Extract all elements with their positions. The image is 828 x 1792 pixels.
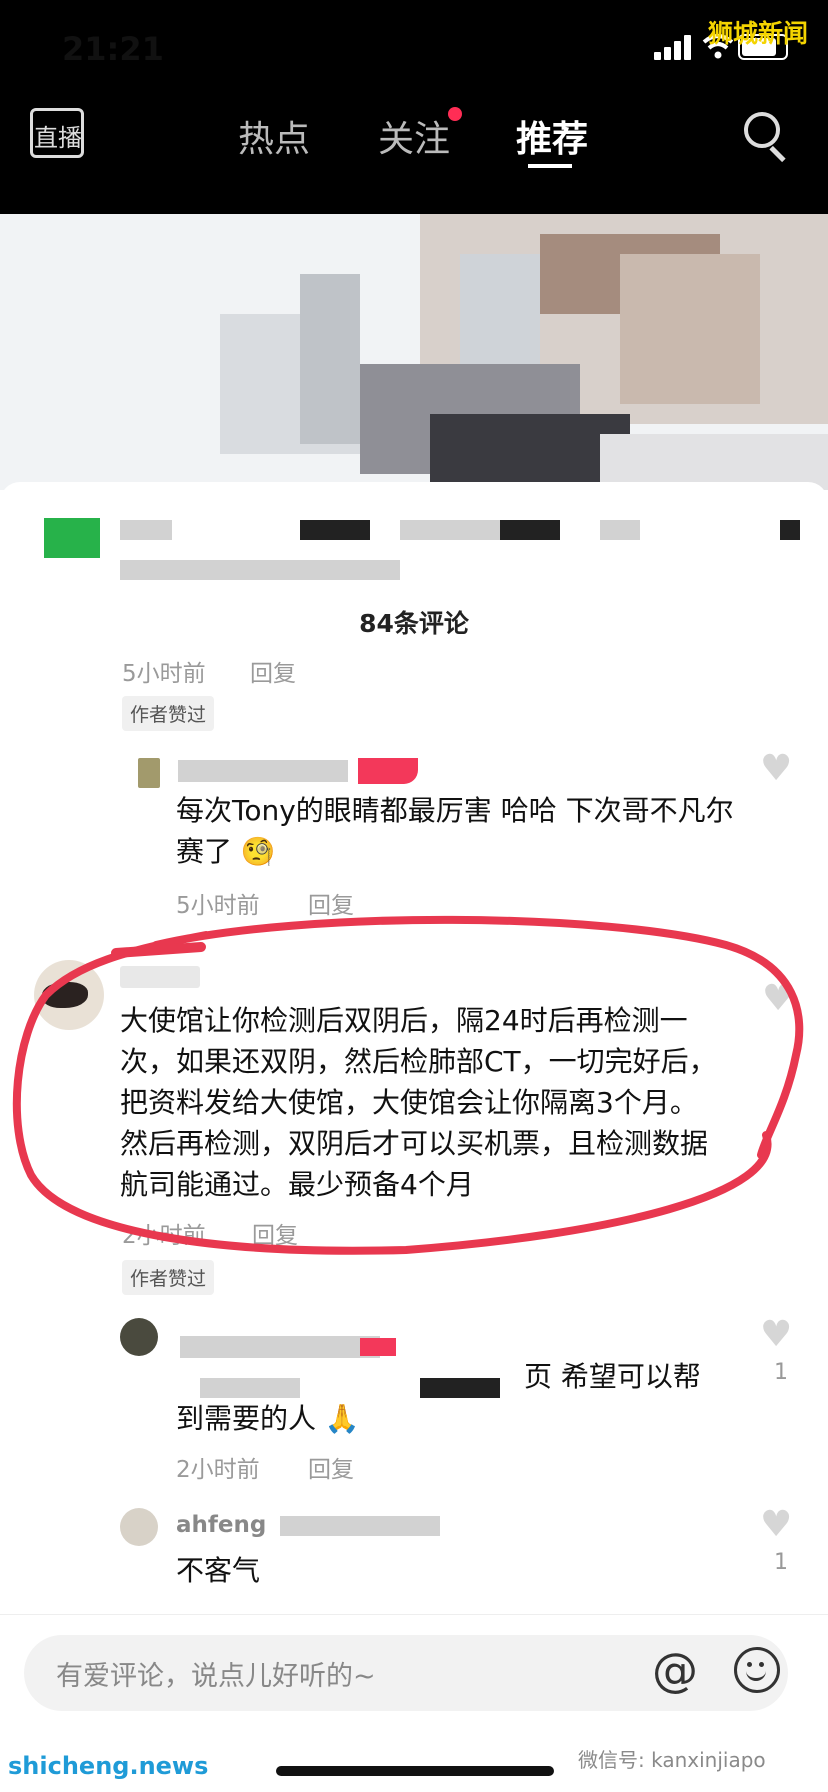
comment-time: 5小时前: [122, 661, 206, 687]
author-liked-badge: 作者赞过: [122, 1260, 215, 1295]
author-liked-badge: 作者赞过: [122, 696, 215, 731]
avatar[interactable]: [120, 1508, 158, 1546]
emoji-icon[interactable]: [734, 1647, 780, 1693]
status-time: 21:21: [62, 30, 164, 68]
obscured-text: [280, 1516, 440, 1536]
avatar[interactable]: [138, 758, 160, 788]
watermark-bottom-left: shicheng.news: [8, 1752, 209, 1780]
watermark-bottom-right: 微信号: kanxinjiapo: [578, 1748, 766, 1772]
comment-text: 每次Tony的眼睛都最厉害 哈哈 下次哥不凡尔赛了 🧐: [176, 794, 734, 868]
video-preview[interactable]: [0, 214, 828, 490]
comment-text-tail: 页 希望可以帮: [524, 1360, 701, 1393]
like-count: 1: [774, 1360, 788, 1385]
obscured-text: [120, 520, 172, 540]
comment-text: 不客气: [176, 1554, 261, 1587]
obscured-text: [300, 520, 370, 540]
tab-follow[interactable]: 关注: [378, 110, 450, 162]
avatar[interactable]: [120, 1318, 158, 1356]
obscured-text: [780, 520, 800, 540]
avatar: [44, 518, 100, 558]
divider: [0, 1614, 828, 1615]
obscured-text: [420, 1378, 500, 1398]
comment-text: 到需要的人 🙏: [176, 1402, 360, 1435]
tab-recommend[interactable]: 推荐: [516, 110, 588, 162]
obscured-username: [180, 1336, 380, 1358]
like-heart-icon[interactable]: ♥: [760, 1314, 792, 1355]
search-icon[interactable]: [744, 112, 780, 148]
obscured-username: [178, 760, 348, 782]
signal-icon: [654, 34, 698, 60]
reply-button[interactable]: 回复: [308, 1450, 354, 1484]
like-heart-icon[interactable]: ♥: [760, 748, 792, 789]
obscured-text: [120, 560, 400, 580]
obscured-username: [360, 1338, 396, 1356]
comment-count-title: 84条评论: [359, 609, 469, 638]
comment-username[interactable]: ahfeng: [176, 1512, 266, 1538]
at-mention-icon[interactable]: @: [652, 1643, 698, 1697]
tab-hot[interactable]: 热点: [238, 110, 310, 162]
live-label[interactable]: 直播: [34, 118, 82, 153]
active-tab-indicator: [528, 164, 572, 168]
watermark-top: 狮城新闻: [708, 19, 809, 48]
obscured-text: [500, 520, 560, 540]
obscured-text: [200, 1378, 300, 1398]
home-indicator: [276, 1766, 554, 1776]
comment-time: 2小时前: [176, 1457, 260, 1483]
notification-dot: [448, 107, 462, 121]
red-annotation-circle: [12, 915, 804, 1255]
reply-button[interactable]: 回复: [250, 654, 296, 688]
obscured-username: [358, 758, 418, 784]
comment-input-placeholder[interactable]: 有爱评论，说点儿好听的~: [56, 1654, 376, 1693]
like-heart-icon[interactable]: ♥: [760, 1504, 792, 1545]
like-count: 1: [774, 1550, 788, 1575]
obscured-text: [600, 520, 640, 540]
